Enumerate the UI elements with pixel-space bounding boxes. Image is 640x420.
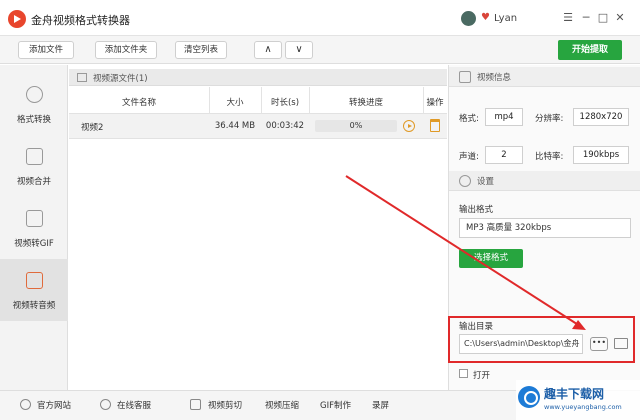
- highlight-box: [448, 316, 635, 363]
- minimize-button[interactable]: ─: [579, 11, 593, 25]
- maximize-button[interactable]: □: [596, 11, 610, 25]
- user-name[interactable]: Lyan: [494, 13, 517, 24]
- watermark-url: www.yueyangbang.com: [544, 403, 622, 411]
- channel-label: 声道:: [459, 152, 479, 162]
- column-header[interactable]: 文件名称: [69, 96, 209, 108]
- watermark: 趣丰下载网 www.yueyangbang.com: [516, 380, 640, 420]
- app-logo-icon: [8, 10, 26, 28]
- online-support-link[interactable]: 在线客服: [117, 399, 151, 411]
- menu-button[interactable]: ☰: [561, 11, 575, 25]
- sidebar-item-label: 格式转换: [16, 115, 51, 125]
- scissors-icon: [190, 399, 201, 410]
- sidebar: 格式转换 视频合并 视频转GIF 视频转音频: [0, 65, 68, 390]
- column-header[interactable]: 时长(s): [261, 96, 309, 108]
- format-label: 格式:: [459, 114, 479, 124]
- column-header[interactable]: 转换进度: [309, 96, 423, 108]
- heart-icon: ♥: [481, 12, 490, 23]
- close-button[interactable]: ✕: [613, 11, 627, 25]
- settings-header: 设置: [449, 171, 640, 191]
- sidebar-item-format-convert[interactable]: 格式转换: [0, 73, 68, 135]
- output-format-label: 输出格式: [459, 205, 494, 215]
- official-site-link[interactable]: 官方网站: [37, 399, 71, 411]
- video-cut-link[interactable]: 视频剪切: [208, 399, 242, 411]
- checkbox-label: 打开: [473, 371, 491, 381]
- file-panel-title: 视频源文件(1): [93, 74, 148, 84]
- move-up-button[interactable]: ∧: [254, 41, 282, 59]
- merge-icon: [26, 148, 43, 165]
- choose-format-button[interactable]: 选择格式: [459, 249, 523, 268]
- play-icon[interactable]: [403, 120, 415, 132]
- resolution-label: 分辨率:: [535, 114, 564, 124]
- film-icon: [77, 73, 87, 82]
- trash-icon[interactable]: [430, 119, 440, 132]
- section-title: 设置: [477, 177, 495, 187]
- file-panel-header: 视频源文件(1): [69, 69, 447, 86]
- app-title: 金舟视频格式转换器: [31, 14, 130, 27]
- sidebar-item-label: 视频合并: [16, 177, 51, 187]
- channel-value: 2: [485, 146, 523, 164]
- resolution-value: 1280x720: [573, 108, 629, 126]
- gif-make-link[interactable]: GIF制作: [320, 399, 351, 411]
- file-size: 36.44 MB: [214, 121, 256, 131]
- file-name: 视频2: [81, 123, 104, 133]
- toolbar: 添加文件 添加文件夹 清空列表 ∧ ∨ 开始提取: [0, 36, 640, 64]
- watermark-logo-icon: [518, 386, 540, 408]
- add-folder-button[interactable]: 添加文件夹: [95, 41, 157, 59]
- image-icon: [26, 210, 43, 227]
- sidebar-item-label: 视频转GIF: [14, 239, 54, 249]
- screen-record-link[interactable]: 录屏: [372, 399, 389, 411]
- column-header[interactable]: 操作: [423, 96, 447, 108]
- start-extract-button[interactable]: 开始提取: [558, 40, 622, 60]
- format-value: mp4: [485, 108, 523, 126]
- sidebar-item-video-merge[interactable]: 视频合并: [0, 135, 68, 197]
- title-bar: 金舟视频格式转换器 ♥ Lyan ☰ ─ □ ✕: [0, 0, 640, 36]
- user-avatar[interactable]: [461, 11, 476, 26]
- table-row[interactable]: 视频2 36.44 MB 00:03:42 0%: [69, 114, 447, 139]
- watermark-title: 趣丰下载网: [544, 387, 605, 401]
- home-icon: [20, 399, 31, 410]
- bitrate-value: 190kbps: [573, 146, 629, 164]
- column-header[interactable]: 大小: [209, 96, 261, 108]
- sidebar-item-video-to-audio[interactable]: 视频转音频: [0, 259, 68, 321]
- output-format-field[interactable]: MP3 高质量 320kbps: [459, 218, 631, 238]
- sidebar-item-label: 视频转音频: [12, 301, 56, 311]
- section-title: 视频信息: [477, 73, 512, 83]
- file-table-header: 文件名称 大小 时长(s) 转换进度 操作: [69, 87, 447, 114]
- clear-list-button[interactable]: 清空列表: [175, 41, 227, 59]
- gear-icon: [459, 175, 471, 187]
- video-compress-link[interactable]: 视频压缩: [265, 399, 299, 411]
- music-note-icon: [26, 272, 43, 289]
- video-info-header: 视频信息: [449, 67, 640, 87]
- video-info-icon: [459, 71, 471, 83]
- file-duration: 00:03:42: [265, 121, 305, 131]
- move-down-button[interactable]: ∨: [285, 41, 313, 59]
- sidebar-item-video-to-gif[interactable]: 视频转GIF: [0, 197, 68, 259]
- open-after-checkbox[interactable]: [459, 369, 468, 378]
- play-circle-icon: [26, 86, 43, 103]
- bitrate-label: 比特率:: [535, 152, 564, 162]
- progress-bar: 0%: [315, 120, 397, 132]
- add-file-button[interactable]: 添加文件: [18, 41, 74, 59]
- support-icon: [100, 399, 111, 410]
